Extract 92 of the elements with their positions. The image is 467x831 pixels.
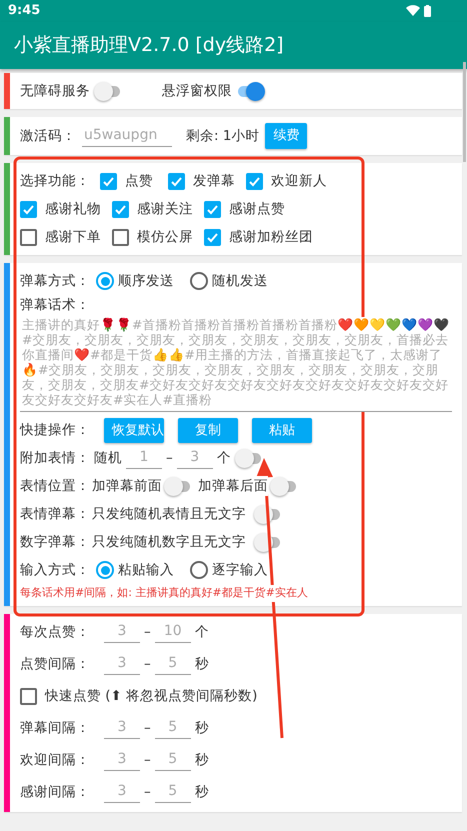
toggle-switch[interactable] xyxy=(164,476,192,496)
option-label: 点赞 xyxy=(125,172,153,191)
range-dash: – xyxy=(144,623,151,642)
section-label: 表情位置： xyxy=(20,477,90,496)
number-field[interactable]: 5 xyxy=(154,653,191,676)
checkbox[interactable] xyxy=(246,172,263,190)
checkbox[interactable] xyxy=(168,172,185,190)
option-label: 顺序发送 xyxy=(118,272,174,291)
number-field[interactable]: 3 xyxy=(104,781,140,804)
range-dash: – xyxy=(144,719,151,738)
option-label: 感谢关注 xyxy=(137,200,193,219)
option-label: 感谢点赞 xyxy=(229,200,285,219)
number-field[interactable]: 3 xyxy=(176,447,213,470)
option-label: 快速点赞 (⬆ 将忽视点赞间隔秒数) xyxy=(45,687,258,706)
number-field[interactable]: 5 xyxy=(154,717,191,740)
checkbox[interactable] xyxy=(20,228,37,246)
status-time: 9:45 xyxy=(8,2,40,20)
unit-label: 秒 xyxy=(194,751,209,770)
section-label: 快捷操作： xyxy=(20,421,90,440)
unit-label: 秒 xyxy=(194,783,209,802)
toggle-switch[interactable] xyxy=(270,476,298,496)
number-field[interactable]: 5 xyxy=(154,749,191,772)
section-label: 弹幕话术： xyxy=(20,296,90,315)
option-label: 感谢礼物 xyxy=(45,200,101,219)
remaining-time: 剩余: 1小时 xyxy=(186,126,260,146)
app-title: 小紫直播助理V2.7.0 [dy线路2] xyxy=(14,33,284,58)
section-label: 选择功能： xyxy=(20,172,90,191)
section-label: 欢迎间隔： xyxy=(20,751,91,770)
checkbox[interactable] xyxy=(204,228,221,246)
option-label: 感谢下单 xyxy=(45,228,101,247)
number-field[interactable]: 3 xyxy=(104,621,140,644)
toggle-switch[interactable] xyxy=(236,81,264,101)
section-label: 感谢间隔： xyxy=(20,783,91,802)
option-label: 只发纯随机数字且无文字 xyxy=(92,533,246,552)
number-field[interactable]: 3 xyxy=(104,653,140,676)
option-label: 模仿公屏 xyxy=(137,228,193,247)
option-label: 加弹幕后面 xyxy=(198,476,268,496)
radio-button[interactable] xyxy=(96,272,114,290)
action-button[interactable]: 复制 xyxy=(178,418,238,443)
section-label: 表情弹幕： xyxy=(20,505,90,524)
option-label: 发弹幕 xyxy=(193,172,235,191)
setting-label: 无障碍服务 xyxy=(20,82,90,101)
radio-button[interactable] xyxy=(190,561,208,580)
section-label: 点赞间隔： xyxy=(20,655,91,674)
unit-label: 个 xyxy=(216,449,231,468)
card-accent-bar xyxy=(4,117,10,155)
section-label: 每次点赞： xyxy=(20,623,91,642)
section-label: 弹幕间隔： xyxy=(20,719,91,738)
unit-label: 秒 xyxy=(194,655,209,674)
option-label: 感谢加粉丝团 xyxy=(229,228,313,247)
radio-button[interactable] xyxy=(96,561,114,580)
setting-label: 悬浮窗权限 xyxy=(162,82,232,101)
range-dash: – xyxy=(166,449,173,468)
renew-button[interactable]: 续费 xyxy=(265,123,308,149)
checkbox[interactable] xyxy=(112,228,129,246)
action-button[interactable]: 粘贴 xyxy=(252,418,312,443)
hint-text: 每条话术用#间隔，如: 主播讲真的真好#都是干货#实在人 xyxy=(20,585,308,602)
field-label: 激活码： xyxy=(20,126,76,146)
unit-label: 秒 xyxy=(194,719,209,738)
battery-icon xyxy=(424,5,431,17)
radio-button[interactable] xyxy=(190,272,208,290)
toggle-switch[interactable] xyxy=(234,448,263,468)
card-accent-bar xyxy=(4,73,10,109)
script-text-area[interactable]: 主播讲的真好🌹🌹#首播粉首播粉首播粉首播粉首播粉❤🧡💛💚💙💜🖤#交朋友，交朋友，交朋友，交朋友，交朋友，交朋友，交朋友，首播必去你直播间❤#都是干货👍👍#用主播的方法，首播直接起飞了，太感谢了🔥#交朋友，交朋友，交朋友，交朋友，交朋友，交朋友，交朋友，交朋友，交朋友，交朋友#交好友交好友交好友交好友交好友交好友交好友交好友交好友交好友#实在人#直播粉 xyxy=(20,317,452,412)
action-button[interactable]: 恢复默认 xyxy=(104,418,164,443)
option-label: 欢迎新人 xyxy=(271,172,327,191)
checkbox[interactable] xyxy=(20,200,37,218)
option-label: 逐字输入 xyxy=(212,561,268,580)
number-field[interactable]: 1 xyxy=(126,447,162,470)
section-label: 输入方式： xyxy=(20,561,90,580)
toggle-switch[interactable] xyxy=(94,81,122,101)
checkbox[interactable] xyxy=(112,200,129,218)
number-field[interactable]: 10 xyxy=(154,621,191,644)
checkbox[interactable] xyxy=(100,172,117,190)
option-label: 只发纯随机表情且无文字 xyxy=(92,505,246,524)
number-field[interactable]: 5 xyxy=(154,781,191,804)
option-label: 随机 xyxy=(94,449,122,468)
section-label: 附加表情： xyxy=(20,449,90,468)
option-label: 粘贴输入 xyxy=(118,561,174,580)
wifi-icon xyxy=(406,5,420,16)
range-dash: – xyxy=(144,655,151,674)
range-dash: – xyxy=(144,751,151,770)
range-dash: – xyxy=(144,783,151,802)
checkbox[interactable] xyxy=(20,688,37,705)
option-label: 随机发送 xyxy=(212,272,268,291)
section-label: 弹幕方式： xyxy=(20,272,90,291)
unit-label: 个 xyxy=(194,623,209,642)
activation-code-field[interactable]: u5waupgn xyxy=(82,125,172,147)
number-field[interactable]: 3 xyxy=(104,749,140,772)
section-label: 数字弹幕： xyxy=(20,533,90,552)
number-field[interactable]: 3 xyxy=(104,717,140,740)
checkbox[interactable] xyxy=(204,200,221,218)
